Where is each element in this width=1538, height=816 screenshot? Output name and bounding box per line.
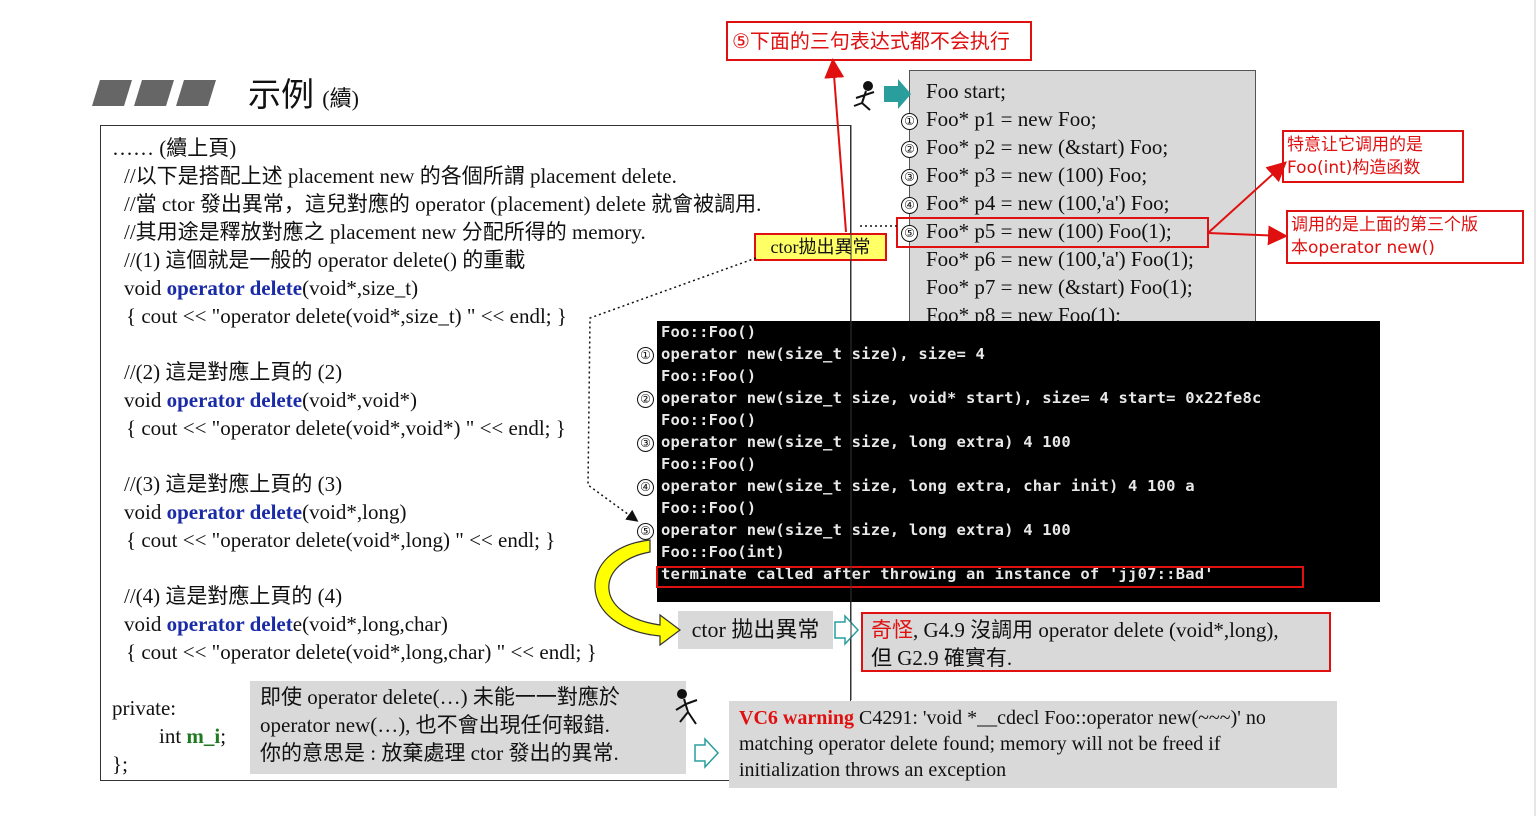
- arrow-to-top-annotation: [824, 58, 847, 233]
- arrow-to-third-version: [1207, 225, 1288, 246]
- yellow-curved-arrow: [594, 539, 681, 647]
- hollow-arrow: [694, 737, 720, 769]
- hollow-arrow: [834, 614, 860, 646]
- p5-highlight: [896, 217, 1209, 248]
- connector-overlay: [587, 0, 1536, 816]
- running-figure-icon: [853, 81, 875, 111]
- start-arrow: [884, 79, 911, 109]
- arrow-to-foo-int: [1207, 161, 1287, 234]
- thinking-figure-icon: [675, 689, 698, 725]
